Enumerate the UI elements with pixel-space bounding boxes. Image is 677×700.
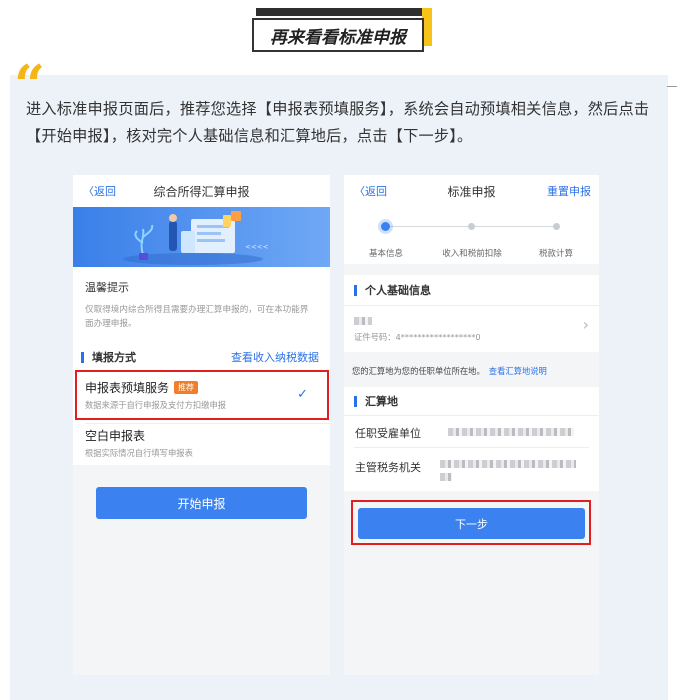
right-screenshot-standard-filing: 〈返回 标准申报 重置申报 基本信息 收入和税前扣除 税款计算 个人基础信息 证… [344, 175, 599, 675]
divider [344, 415, 599, 416]
settlement-card: 汇算地 任职受雇单位 主管税务机关 [344, 387, 599, 491]
option-blank-desc: 根据实际情况自行填写申报表 [85, 448, 193, 458]
step-tax-calculation: 税款计算 [538, 249, 573, 259]
divider [354, 447, 589, 448]
option-blank-form[interactable]: 空白申报表 根据实际情况自行填写申报表 [85, 427, 320, 459]
step-basic-info: 基本信息 [368, 249, 403, 259]
reset-filing-button[interactable]: 重置申报 [547, 175, 591, 207]
tips-body: 仅取得境内综合所得且需要办理汇算申报的，可在本功能界面办理申报。 [85, 305, 309, 329]
banner-text: <<<< [245, 243, 269, 251]
option-blank-title: 空白申报表 [85, 429, 146, 443]
highlight-box-next [351, 500, 591, 545]
chevron-right-icon[interactable]: › [583, 315, 589, 334]
settlement-notice: 您的汇算地为您的任职单位所在地。 查看汇算地说明 [352, 365, 547, 377]
view-income-tax-data-link[interactable]: 查看收入纳税数据 [231, 349, 319, 365]
settlement-explain-link[interactable]: 查看汇算地说明 [489, 366, 547, 376]
step-income-deduction: 收入和税前扣除 [442, 249, 502, 259]
settlement-title: 汇算地 [354, 396, 398, 407]
back-button[interactable]: 〈返回 [354, 175, 387, 207]
screen-title: 综合所得汇算申报 [153, 184, 250, 199]
left-screenshot-annual-settlement: 〈返回 综合所得汇算申报 <<<< 温馨提示 仅取得境内综合所得且需要办理汇算申… [73, 175, 330, 675]
tips-title: 温馨提示 [85, 281, 129, 294]
start-filing-button[interactable]: 开始申报 [96, 487, 307, 519]
divider [85, 423, 330, 424]
redacted-tax-office [440, 460, 576, 468]
employer-label: 任职受雇单位 [355, 427, 421, 440]
banner-art: <<<< [73, 207, 330, 267]
nav-bar: 〈返回 标准申报 重置申报 [344, 175, 599, 207]
divider [667, 86, 677, 87]
id-number: 证件号码：4******************0 [354, 332, 481, 342]
section-heading: 再来看看标准申报 [252, 8, 432, 52]
intro-text: 进入标准申报页面后，推荐您选择【申报表预填服务】，系统会自动预填相关信息，然后点… [26, 100, 650, 145]
back-button[interactable]: 〈返回 [83, 175, 116, 207]
nav-bar: 〈返回 综合所得汇算申报 [73, 175, 330, 207]
heading-decoration-bar [256, 8, 426, 16]
banner-illustration: <<<< [73, 207, 330, 267]
step-dot-active [381, 222, 390, 231]
personal-info-card: 个人基础信息 证件号码：4******************0 › [344, 275, 599, 352]
personal-info-title: 个人基础信息 [354, 285, 431, 296]
divider [344, 305, 599, 306]
method-title: 填报方式 [81, 352, 136, 363]
highlight-box-prefill [75, 370, 329, 420]
tax-office-label: 主管税务机关 [355, 461, 421, 474]
progress-steps: 基本信息 收入和税前扣除 税款计算 [344, 207, 599, 264]
step-dot [468, 223, 475, 230]
notice-text: 您的汇算地为您的任职单位所在地。 [352, 366, 485, 376]
redacted-tax-office-2 [440, 473, 452, 481]
redacted-employer [448, 428, 574, 436]
screen-title: 标准申报 [447, 184, 496, 199]
step-dot [553, 223, 560, 230]
redacted-name [354, 317, 372, 325]
section-title: 再来看看标准申报 [252, 18, 424, 52]
